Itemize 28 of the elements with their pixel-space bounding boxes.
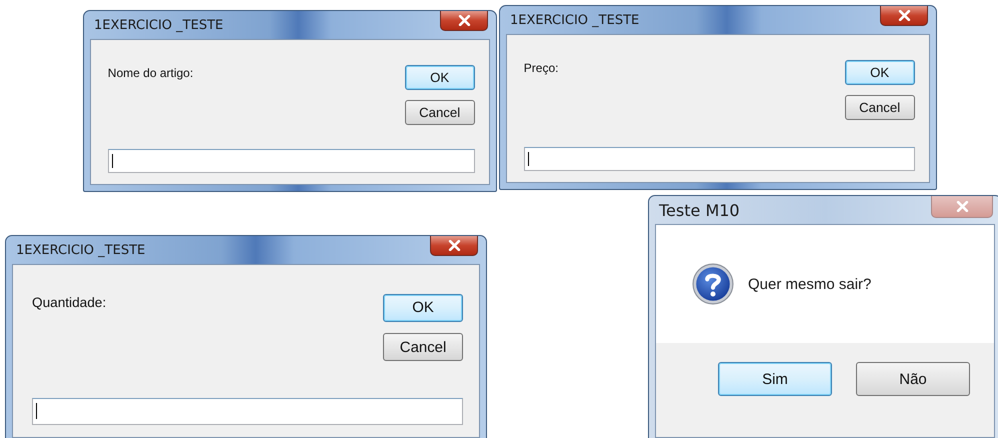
window-title: 1EXERCICIO _TESTE <box>93 18 224 32</box>
window-title: 1EXERCICIO _TESTE <box>509 12 640 28</box>
close-icon <box>458 15 470 26</box>
input-field[interactable] <box>524 147 915 172</box>
input-field[interactable] <box>108 149 475 174</box>
dialog-button[interactable]: OK <box>383 294 463 322</box>
dialog-button[interactable]: Cancel <box>383 332 463 362</box>
close-button[interactable] <box>440 11 488 31</box>
close-icon <box>898 10 910 21</box>
window-title: Teste M10 <box>658 200 740 220</box>
close-button[interactable] <box>430 236 478 256</box>
close-button[interactable] <box>880 6 928 26</box>
dialog-button[interactable]: Cancel <box>404 100 475 125</box>
text-cursor <box>36 403 38 420</box>
prompt-label: Nome do artigo: <box>108 66 194 80</box>
close-icon <box>448 240 460 251</box>
close-icon <box>956 201 968 212</box>
dialog-button[interactable]: Cancel <box>844 94 915 120</box>
prompt-label: Preço: <box>524 61 558 76</box>
input-field[interactable] <box>32 398 463 425</box>
prompt-label: Quantidade: <box>32 294 106 310</box>
question-icon <box>692 263 734 305</box>
text-cursor <box>528 152 529 166</box>
window-title: 1EXERCICIO _TESTE <box>15 242 146 258</box>
dialog-button[interactable]: OK <box>404 65 475 90</box>
dialog-button[interactable]: OK <box>844 60 915 86</box>
message-text: Quer mesmo sair? <box>748 276 872 292</box>
text-cursor <box>112 154 113 168</box>
